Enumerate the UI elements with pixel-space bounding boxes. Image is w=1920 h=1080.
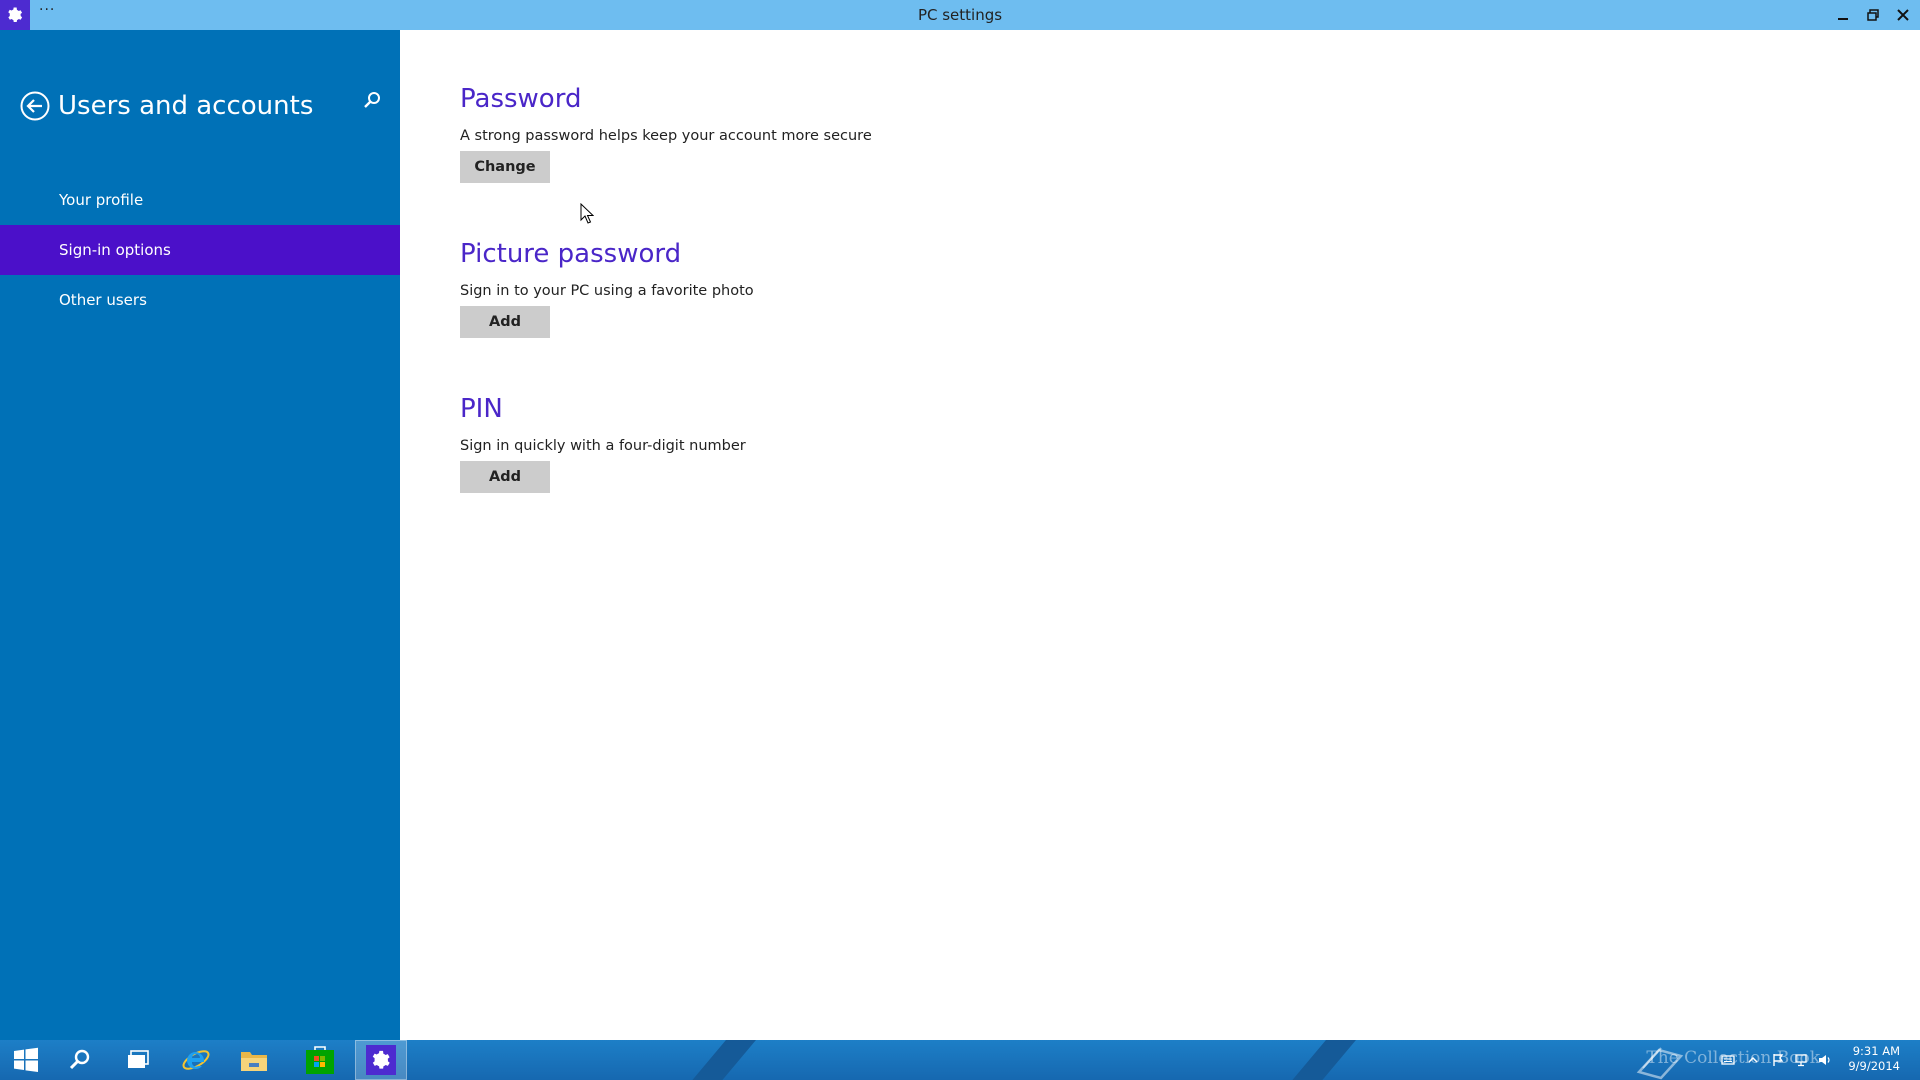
search-icon[interactable]: [361, 90, 383, 112]
section-description: Sign in to your PC using a favorite phot…: [460, 283, 754, 299]
sidebar-item-sign-in-options[interactable]: Sign-in options: [0, 225, 400, 275]
sidebar-header: Users and accounts: [20, 86, 313, 126]
start-button[interactable]: [0, 1040, 52, 1080]
window-title: PC settings: [917, 6, 1003, 24]
start-icon: [14, 1047, 38, 1072]
title-bar: ··· PC settings: [0, 0, 1920, 30]
action-center-flag-icon[interactable]: [1771, 1053, 1785, 1067]
keyboard-icon[interactable]: [1721, 1053, 1735, 1067]
taskbar: The Collection Book 9:31 AM 9/9/2014: [0, 1040, 1920, 1080]
wallpaper-stripe: [675, 1040, 765, 1080]
task-view-icon: [128, 1050, 149, 1068]
back-arrow-icon[interactable]: [20, 91, 50, 121]
internet-explorer-icon: [182, 1050, 210, 1070]
section-description: A strong password helps keep your accoun…: [460, 128, 872, 144]
section-heading: Picture password: [460, 239, 682, 269]
add-picture-password-button[interactable]: Add: [460, 306, 550, 338]
wallpaper-stripe: [1275, 1040, 1365, 1080]
clock-date: 9/9/2014: [1848, 1059, 1900, 1073]
restore-icon: [1867, 9, 1879, 21]
section-description: Sign in quickly with a four-digit number: [460, 438, 746, 454]
chevron-up-icon[interactable]: [1746, 1053, 1760, 1067]
sidebar-item-your-profile[interactable]: Your profile: [0, 175, 400, 225]
picture-password-section: Picture password Sign in to your PC usin…: [460, 239, 754, 338]
sidebar-nav: Your profile Sign-in options Other users: [0, 175, 400, 325]
close-button[interactable]: [1888, 0, 1918, 30]
add-pin-button[interactable]: Add: [460, 461, 550, 493]
password-section: Password A strong password helps keep yo…: [460, 84, 872, 183]
sidebar-title: Users and accounts: [58, 91, 314, 121]
settings-taskbar-button[interactable]: [355, 1040, 407, 1080]
network-icon[interactable]: [1794, 1053, 1808, 1067]
search-icon: [69, 1049, 90, 1070]
main-content: Password A strong password helps keep yo…: [400, 30, 1920, 1040]
change-password-button[interactable]: Change: [460, 151, 550, 183]
store-icon: [306, 1046, 334, 1074]
restore-button[interactable]: [1858, 0, 1888, 30]
mouse-cursor-icon: [580, 203, 594, 224]
file-explorer-button[interactable]: [228, 1040, 280, 1080]
close-icon: [1897, 9, 1909, 21]
clock-time: 9:31 AM: [1852, 1044, 1900, 1058]
volume-icon[interactable]: [1818, 1053, 1832, 1067]
store-button[interactable]: [294, 1040, 346, 1080]
search-button[interactable]: [54, 1040, 106, 1080]
sidebar: Users and accounts Your profile Sign-in …: [0, 30, 400, 1040]
minimize-button[interactable]: [1828, 0, 1858, 30]
settings-icon: [366, 1045, 396, 1075]
minimize-icon: [1838, 18, 1848, 20]
sidebar-item-other-users[interactable]: Other users: [0, 275, 400, 325]
task-view-button[interactable]: [112, 1040, 164, 1080]
internet-explorer-button[interactable]: [170, 1040, 222, 1080]
clock[interactable]: 9:31 AM 9/9/2014: [1848, 1044, 1900, 1074]
section-heading: Password: [460, 84, 582, 114]
section-heading: PIN: [460, 394, 503, 424]
pin-section: PIN Sign in quickly with a four-digit nu…: [460, 394, 746, 493]
file-explorer-icon: [241, 1052, 267, 1071]
